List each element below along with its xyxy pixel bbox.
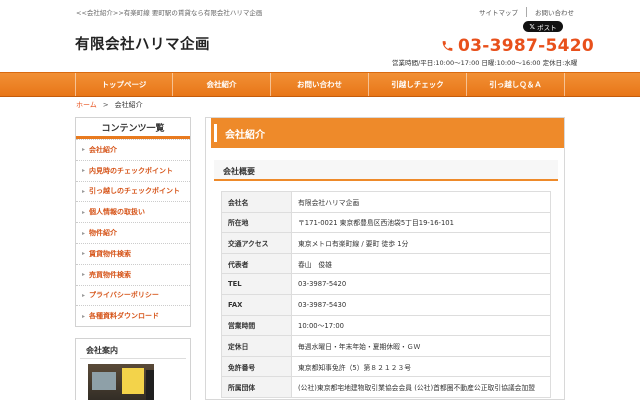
row-label: TEL (221, 273, 292, 295)
header-tagline: <<会社紹介>>有楽町線 要町駅の賃貸なら有限会社ハリマ企画 (76, 7, 262, 17)
sidebar-item-label: 個人情報の取扱い (89, 208, 146, 217)
sidebar-item-label: 賃貸物件検索 (89, 249, 132, 258)
top-links: サイトマップ お問い合わせ (479, 7, 582, 17)
row-label: 代表者 (221, 252, 292, 275)
contact-link[interactable]: お問い合わせ (527, 7, 582, 17)
row-value: (公社)東京都宅地建物取引業協会会員 (公社)首都圏不動産公正取引協議会加盟 (291, 376, 551, 398)
row-value: 03-3987-5430 (291, 293, 551, 316)
row-value: 〒171-0021 東京都豊島区西池袋5丁目19-16-101 (291, 211, 551, 234)
row-value: 毎週水曜日・年末年始・夏期休暇・ＧＷ (291, 335, 551, 357)
row-value: 東京メトロ有楽町線 / 要町 徒歩 1分 (291, 232, 551, 254)
post-label: ポスト (537, 23, 557, 32)
company-info-title: 会社案内 (80, 339, 186, 359)
table-row: 免許番号 東京都知事免許（5）第８２１２３号 (221, 355, 551, 378)
chevron-right-icon: ▸ (82, 167, 86, 175)
chevron-right-icon: ▸ (82, 187, 86, 195)
tagline-text: >>有楽町線 要町駅の賃貸なら有限会社ハリマ企画 (112, 9, 263, 17)
table-row: 会社名 有限会社ハリマ企画 (221, 191, 551, 213)
office-door (146, 370, 154, 400)
nav-company[interactable]: 会社紹介 (173, 73, 271, 96)
row-label: 免許番号 (221, 355, 292, 378)
table-row: 定休日 毎週水曜日・年末年始・夏期休暇・ＧＷ (221, 335, 551, 357)
breadcrumb-separator: > (102, 101, 109, 109)
sidebar-item-personal-info[interactable]: ▸ 個人情報の取扱い (76, 201, 190, 222)
chevron-right-icon: ▸ (82, 271, 86, 279)
row-label: FAX (221, 293, 292, 316)
office-sign (122, 368, 144, 394)
row-label: 所在地 (221, 211, 292, 234)
office-photo (88, 364, 154, 400)
sidebar-item-label: 売買物件検索 (89, 270, 132, 279)
sidebar-item-label: 物件紹介 (89, 229, 118, 238)
sidebar-item-label: 引っ越しのチェックポイント (89, 187, 181, 196)
sidebar-item-label: 会社紹介 (89, 145, 118, 154)
sidebar-item-properties[interactable]: ▸ 物件紹介 (76, 222, 190, 243)
contents-menu: コンテンツ一覧 ▸ 会社紹介 ▸ 内見時のチェックポイント ▸ 引っ越しのチェックポイ… (75, 117, 191, 328)
row-value: 03-3987-5420 (291, 273, 551, 295)
chevron-right-icon: ▸ (82, 312, 86, 320)
phone-contact: 03-3987-5420 (441, 36, 594, 56)
sidebar-item-label: プライバシーポリシー (89, 291, 159, 300)
company-info-table: 会社名 有限会社ハリマ企画 所在地 〒171-0021 東京都豊島区西池袋5丁目19… (221, 191, 551, 398)
sidebar-item-label: 内見時のチェックポイント (89, 166, 174, 175)
sidebar-item-downloads[interactable]: ▸ 各種資料ダウンロード (76, 305, 190, 326)
nav-contact[interactable]: お問い合わせ (271, 73, 369, 96)
x-post-button[interactable]: 𝕏 ポスト (523, 21, 563, 32)
nav-top-page[interactable]: トップページ (75, 73, 173, 96)
chevron-right-icon: ▸ (82, 229, 86, 237)
page-heading: 会社紹介 (206, 118, 564, 148)
row-label: 定休日 (221, 335, 292, 357)
global-nav: トップページ 会社紹介 お問い合わせ 引越しチェック 引っ越しＱ＆Ａ (0, 72, 640, 97)
sidebar-item-company[interactable]: ▸ 会社紹介 (76, 139, 190, 160)
sidebar-item-label: 各種資料ダウンロード (89, 312, 160, 321)
nav-moving-qa[interactable]: 引っ越しＱ＆Ａ (467, 73, 565, 96)
chevron-right-icon: ▸ (82, 208, 86, 216)
chevron-right-icon: ▸ (82, 250, 86, 258)
company-info-box: 会社案内 (75, 338, 191, 400)
row-value: 有限会社ハリマ企画 (291, 191, 551, 213)
sidebar-item-moving-checkpoints[interactable]: ▸ 引っ越しのチェックポイント (76, 180, 190, 202)
table-row: 交通アクセス 東京メトロ有楽町線 / 要町 徒歩 1分 (221, 232, 551, 254)
table-row: 所属団体 (公社)東京都宅地建物取引業協会会員 (公社)首都圏不動産公正取引協議会… (221, 376, 551, 398)
phone-number[interactable]: 03-3987-5420 (458, 36, 594, 56)
row-value: 春山 俊雄 (291, 252, 551, 275)
chevron-right-icon: ▸ (82, 291, 86, 299)
nav-moving-check[interactable]: 引越しチェック (369, 73, 467, 96)
table-row: 営業時間 10:00～17:00 (221, 314, 551, 337)
table-row: 代表者 春山 俊雄 (221, 252, 551, 275)
row-value: 10:00～17:00 (291, 314, 551, 337)
heading-bar (214, 124, 217, 142)
row-label: 会社名 (221, 191, 292, 213)
business-hours: 営業時間/平日:10:00～17:00 日曜:10:00～16:00 定休日:水… (392, 59, 578, 67)
main-content: 会社紹介 会社概要 会社名 有限会社ハリマ企画 所在地 〒171-0021 東京都豊… (205, 117, 565, 400)
section-title: 会社概要 (214, 160, 558, 181)
phone-icon (442, 41, 453, 51)
sidebar-item-sale-search[interactable]: ▸ 売買物件検索 (76, 263, 190, 285)
sidebar-item-viewing-checkpoints[interactable]: ▸ 内見時のチェックポイント (76, 159, 190, 181)
table-row: TEL 03-3987-5420 (221, 273, 551, 295)
sidebar-item-rental-search[interactable]: ▸ 賃貸物件検索 (76, 242, 190, 264)
tagline-link[interactable]: <<会社紹介 (76, 9, 113, 17)
breadcrumb-current: 会社紹介 (114, 101, 143, 109)
breadcrumb: ホーム > 会社紹介 (76, 100, 143, 110)
row-label: 所属団体 (221, 376, 292, 398)
breadcrumb-home[interactable]: ホーム (76, 101, 97, 109)
sidebar-item-privacy-policy[interactable]: ▸ プライバシーポリシー (76, 284, 190, 306)
row-label: 交通アクセス (221, 232, 292, 254)
company-logo-title[interactable]: 有限会社ハリマ企画 (75, 33, 210, 54)
row-label: 営業時間 (221, 314, 292, 337)
sitemap-link[interactable]: サイトマップ (479, 7, 527, 17)
page-title: 会社紹介 (225, 130, 265, 141)
x-logo-icon: 𝕏 (529, 22, 536, 31)
chevron-right-icon: ▸ (82, 146, 86, 154)
table-row: FAX 03-3987-5430 (221, 293, 551, 316)
contents-menu-heading: コンテンツ一覧 (76, 118, 190, 139)
office-window (92, 372, 116, 390)
sidebar: コンテンツ一覧 ▸ 会社紹介 ▸ 内見時のチェックポイント ▸ 引っ越しのチェックポイ… (75, 117, 191, 328)
table-row: 所在地 〒171-0021 東京都豊島区西池袋5丁目19-16-101 (221, 211, 551, 234)
row-value: 東京都知事免許（5）第８２１２３号 (291, 355, 551, 378)
